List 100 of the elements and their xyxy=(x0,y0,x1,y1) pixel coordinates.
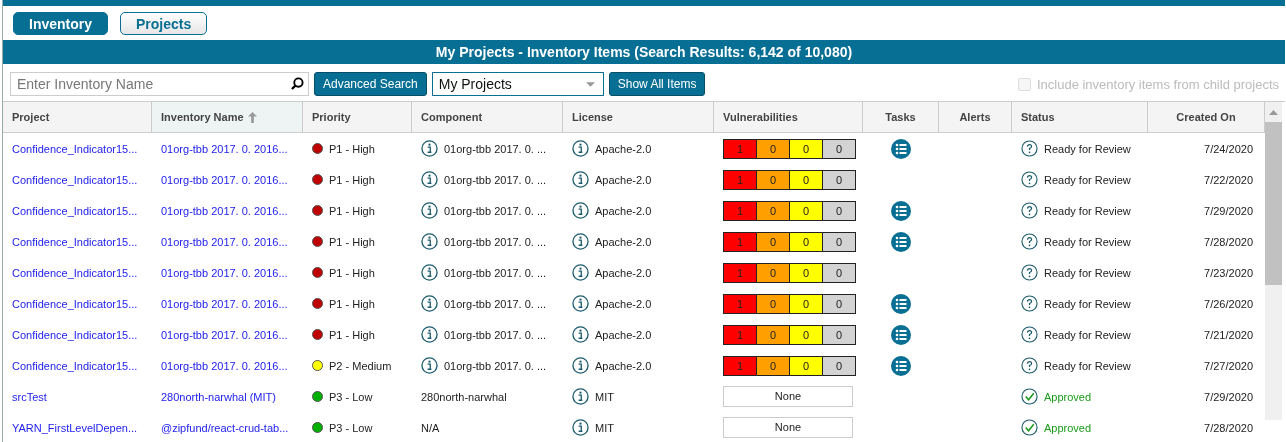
info-icon xyxy=(572,202,589,219)
project-link[interactable]: Confidence_Indicator15... xyxy=(12,297,138,310)
project-link[interactable]: Confidence_Indicator15... xyxy=(12,328,138,341)
inventory-link[interactable]: 01org-tbb 2017. 0. 2016... xyxy=(161,297,288,310)
vulnerability-count: 1 xyxy=(724,263,757,282)
advanced-search-button[interactable]: Advanced Search xyxy=(314,72,427,96)
vulnerability-count: 0 xyxy=(790,170,823,189)
show-all-button[interactable]: Show All Items xyxy=(608,72,706,96)
project-link[interactable]: Confidence_Indicator15... xyxy=(12,204,138,217)
inventory-link[interactable]: 280north-narwhal (MIT) xyxy=(161,390,276,403)
created-date: 7/26/2020 xyxy=(1204,297,1253,310)
priority-label: P1 - High xyxy=(329,266,375,279)
column-header[interactable]: License xyxy=(563,102,714,132)
vulnerability-count: 1 xyxy=(724,139,757,158)
license-name: Apache-2.0 xyxy=(595,235,652,248)
info-icon xyxy=(572,357,589,374)
inventory-link[interactable]: 01org-tbb 2017. 0. 2016... xyxy=(161,328,288,341)
column-header[interactable]: Component xyxy=(412,102,563,132)
info-icon xyxy=(572,171,589,188)
column-header[interactable]: Priority xyxy=(303,102,412,132)
vulnerability-count: 1 xyxy=(724,356,757,375)
license-name: MIT xyxy=(595,390,614,403)
inventory-link[interactable]: 01org-tbb 2017. 0. 2016... xyxy=(161,204,288,217)
vulnerability-count: 0 xyxy=(757,325,790,344)
status-label: Ready for Review xyxy=(1044,204,1131,217)
project-link[interactable]: Confidence_Indicator15... xyxy=(12,359,138,372)
search-field[interactable]: Enter Inventory Name xyxy=(10,72,309,96)
vulnerability-count: 0 xyxy=(757,294,790,313)
vulnerability-count: 0 xyxy=(823,170,855,189)
vulnerability-count: 0 xyxy=(823,232,855,251)
vulnerability-count: 0 xyxy=(790,325,823,344)
task-list-icon[interactable] xyxy=(891,293,911,314)
license-name: Apache-2.0 xyxy=(595,173,652,186)
task-list-icon[interactable] xyxy=(891,138,911,159)
column-header[interactable]: Status xyxy=(1012,102,1148,132)
vulnerability-count: 1 xyxy=(724,170,757,189)
tab[interactable]: Projects xyxy=(120,12,208,35)
inventory-link[interactable]: 01org-tbb 2017. 0. 2016... xyxy=(161,359,288,372)
created-date: 7/29/2020 xyxy=(1204,390,1253,403)
scrollbar-thumb[interactable] xyxy=(1265,122,1282,285)
component-name: 01org-tbb 2017. 0. ... xyxy=(444,204,547,217)
search-icon xyxy=(291,77,304,90)
priority-label: P3 - Low xyxy=(329,421,373,434)
info-icon xyxy=(572,233,589,250)
priority-label: P1 - High xyxy=(329,204,375,217)
question-icon xyxy=(1021,233,1038,250)
inventory-link[interactable]: 01org-tbb 2017. 0. 2016... xyxy=(161,266,288,279)
license-name: Apache-2.0 xyxy=(595,204,652,217)
column-header[interactable]: Vulnerabilities xyxy=(714,102,863,132)
project-link[interactable]: srcTest xyxy=(12,390,47,403)
vulnerability-none: None xyxy=(723,386,853,407)
vulnerability-none: None xyxy=(723,417,853,438)
status-label: Approved xyxy=(1044,390,1092,403)
project-link[interactable]: YARN_FirstLevelDepen... xyxy=(12,421,138,434)
tab[interactable]: Inventory xyxy=(13,12,108,35)
created-date: 7/23/2020 xyxy=(1204,266,1253,279)
inventory-link[interactable]: 01org-tbb 2017. 0. 2016... xyxy=(161,235,288,248)
project-link[interactable]: Confidence_Indicator15... xyxy=(12,235,138,248)
status-label: Ready for Review xyxy=(1044,235,1131,248)
priority-label: P1 - High xyxy=(329,235,375,248)
vulnerability-count: 1 xyxy=(724,232,757,251)
task-list-icon[interactable] xyxy=(891,355,911,376)
license-name: Apache-2.0 xyxy=(595,359,652,372)
status-label: Ready for Review xyxy=(1044,297,1131,310)
vulnerability-count: 0 xyxy=(790,139,823,158)
task-list-icon[interactable] xyxy=(891,231,911,252)
scrollbar[interactable] xyxy=(1265,102,1282,420)
check-icon xyxy=(1021,419,1038,436)
task-list-icon[interactable] xyxy=(891,324,911,345)
status-label: Ready for Review xyxy=(1044,328,1131,341)
vulnerability-count: 0 xyxy=(823,139,855,158)
question-icon xyxy=(1021,295,1038,312)
status-label: Ready for Review xyxy=(1044,266,1131,279)
scope-dropdown[interactable]: My Projects xyxy=(431,72,604,96)
info-icon xyxy=(572,264,589,281)
inventory-link[interactable]: 01org-tbb 2017. 0. 2016... xyxy=(161,142,288,155)
column-header[interactable]: Inventory Name xyxy=(152,102,303,132)
inventory-link[interactable]: @zipfund/react-crud-tab... xyxy=(161,421,289,434)
sort-arrow-icon xyxy=(247,111,257,123)
component-name: 280north-narwhal xyxy=(421,390,507,403)
checkbox-label: Include inventory items from child projects xyxy=(1036,76,1279,92)
vulnerability-count: 0 xyxy=(823,201,855,220)
question-icon xyxy=(1021,202,1038,219)
vulnerability-count: 0 xyxy=(790,356,823,375)
info-icon xyxy=(572,295,589,312)
question-icon xyxy=(1021,357,1038,374)
panel-title: My Projects - Inventory Items (Search Results: 6,142 of 10,080) xyxy=(3,40,1285,64)
project-link[interactable]: Confidence_Indicator15... xyxy=(12,266,138,279)
project-link[interactable]: Confidence_Indicator15... xyxy=(12,142,138,155)
task-list-icon[interactable] xyxy=(891,200,911,221)
license-name: Apache-2.0 xyxy=(595,297,652,310)
created-date: 7/28/2020 xyxy=(1204,235,1253,248)
vulnerability-count: 0 xyxy=(790,294,823,313)
license-name: Apache-2.0 xyxy=(595,142,652,155)
column-header[interactable]: Alerts xyxy=(939,102,1012,132)
component-name: 01org-tbb 2017. 0. ... xyxy=(444,297,547,310)
project-link[interactable]: Confidence_Indicator15... xyxy=(12,173,138,186)
column-header[interactable]: Tasks xyxy=(863,102,939,132)
inventory-link[interactable]: 01org-tbb 2017. 0. 2016... xyxy=(161,173,288,186)
vulnerability-count: 0 xyxy=(757,232,790,251)
